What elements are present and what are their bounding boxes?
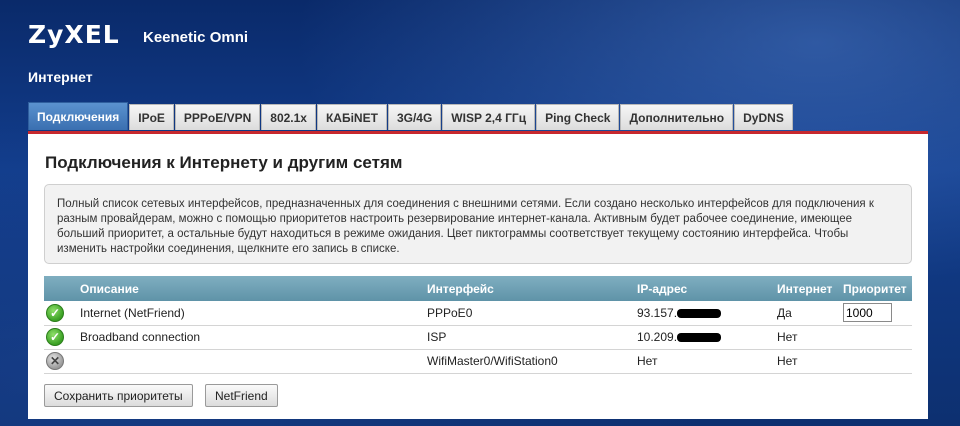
priority-header: Приоритет	[839, 276, 912, 301]
tab-dydns[interactable]: DyDNS	[734, 104, 793, 130]
tab-kabinet[interactable]: КАБiNET	[316, 104, 387, 130]
row-ip: Нет	[633, 349, 773, 374]
table-row[interactable]: ✓ Internet (NetFriend) PPPoE0 93.157. Да	[44, 301, 912, 326]
main-panel: Подключения к Интернету и другим сетям П…	[28, 131, 928, 419]
status-header	[44, 276, 76, 301]
table-row[interactable]: ✓ Broadband connection ISP 10.209. Нет	[44, 325, 912, 350]
tab-3g4g[interactable]: 3G/4G	[387, 104, 442, 130]
save-priorities-button[interactable]: Сохранить приоритеты	[44, 384, 193, 407]
row-internet: Нет	[773, 349, 839, 374]
description-header: Описание	[76, 276, 423, 301]
panel-title: Подключения к Интернету и другим сетям	[45, 153, 403, 172]
internet-header: Интернет	[773, 276, 839, 301]
product-name: Keenetic Omni	[143, 29, 249, 46]
tab-ping-check[interactable]: Ping Check	[536, 104, 620, 130]
zyxel-logo: ZyXEL	[28, 20, 120, 49]
row-description	[76, 349, 423, 374]
tab-connections[interactable]: Подключения	[28, 102, 129, 130]
row-ip: 10.209.	[633, 325, 773, 350]
table-row[interactable]: ✕ WifiMaster0/WifiStation0 Нет Нет	[44, 349, 912, 374]
row-ip: 93.157.	[633, 301, 773, 326]
tab-8021x[interactable]: 802.1x	[261, 104, 316, 130]
row-interface: WifiMaster0/WifiStation0	[423, 349, 633, 374]
tab-pppoe-vpn[interactable]: PPPoE/VPN	[174, 104, 261, 130]
row-interface: ISP	[423, 325, 633, 350]
tab-advanced[interactable]: Дополнительно	[620, 104, 734, 130]
row-interface: PPPoE0	[423, 301, 633, 326]
table-header-row: Описание Интерфейс IP-адрес Интернет При…	[44, 276, 912, 301]
ip-header: IP-адрес	[633, 276, 773, 301]
row-description: Broadband connection	[76, 325, 423, 350]
check-icon: ✓	[46, 328, 64, 346]
page-title: Интернет	[28, 69, 93, 85]
disabled-x-icon: ✕	[46, 352, 64, 370]
netfriend-button[interactable]: NetFriend	[205, 384, 278, 407]
tab-wisp[interactable]: WISP 2,4 ГГц	[442, 104, 536, 130]
redacted-mark	[677, 309, 722, 319]
connections-table: Описание Интерфейс IP-адрес Интернет При…	[44, 276, 912, 374]
tab-ipoe[interactable]: IPoE	[129, 104, 174, 130]
info-text: Полный список сетевых интерфейсов, предн…	[57, 198, 874, 255]
interface-header: Интерфейс	[423, 276, 633, 301]
tab-bar: Подключения IPoE PPPoE/VPN 802.1x КАБiNE…	[28, 102, 794, 130]
row-description: Internet (NetFriend)	[76, 301, 423, 326]
row-internet: Да	[773, 301, 839, 326]
priority-input[interactable]	[843, 303, 892, 323]
info-box: Полный список сетевых интерфейсов, предн…	[44, 184, 912, 264]
row-internet: Нет	[773, 325, 839, 350]
check-icon: ✓	[46, 303, 64, 322]
redacted-mark	[677, 333, 722, 343]
